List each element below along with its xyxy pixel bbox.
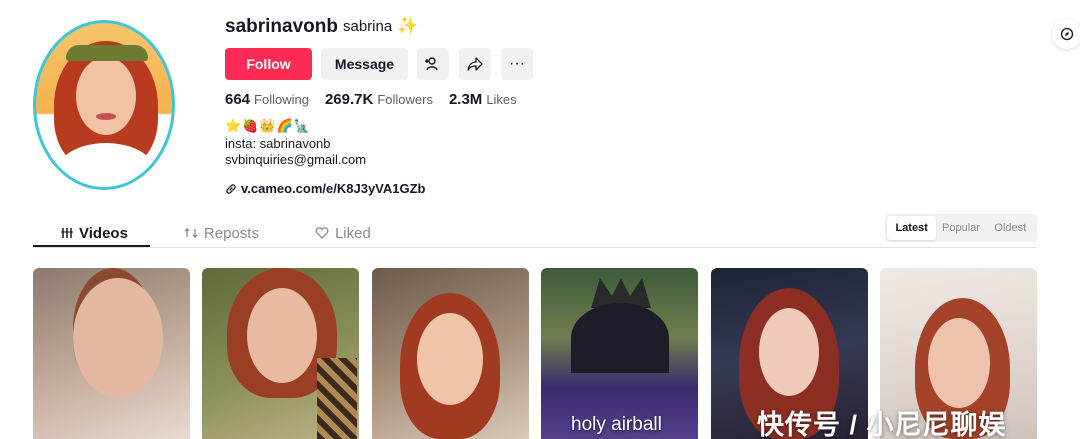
tab-liked[interactable]: Liked	[287, 218, 399, 248]
sparkle-icon: ✨	[397, 16, 419, 35]
thumb-face	[928, 318, 990, 408]
profile-bio: ⭐🍓👑🌈🗽 insta: sabrinavonb svbinquiries@gm…	[225, 118, 366, 168]
share-button[interactable]	[459, 48, 491, 80]
compass-icon[interactable]	[1052, 19, 1080, 49]
heart-icon	[315, 227, 329, 239]
thumb-leopard-top	[317, 358, 357, 439]
following-label: Following	[254, 92, 309, 107]
link-icon	[226, 183, 236, 194]
profile-avatar[interactable]	[33, 20, 175, 190]
bio-emoji-line: ⭐🍓👑🌈🗽	[225, 118, 311, 133]
bio-line-instagram: insta: sabrinavonb	[225, 136, 331, 151]
add-user-icon	[425, 57, 438, 71]
avatar-headband	[66, 45, 148, 61]
bio-link-text: v.cameo.com/e/K8J3yVA1GZb	[241, 181, 426, 196]
repost-icon	[184, 227, 198, 239]
follow-button[interactable]: Follow	[225, 48, 312, 80]
likes-count: 2.3M	[448, 91, 483, 108]
video-thumbnail[interactable]	[372, 268, 529, 439]
likes-stat: 2.3M Likes	[449, 91, 517, 108]
thumb-face	[73, 278, 163, 398]
profile-tabs: Videos Reposts Liked	[33, 218, 399, 248]
following-count: 664	[225, 91, 251, 108]
sort-popular[interactable]: Popular	[936, 216, 985, 240]
video-thumbnail[interactable]: holy airball	[541, 268, 698, 439]
video-thumbnail[interactable]	[202, 268, 359, 439]
video-thumbnail[interactable]	[33, 268, 190, 439]
share-icon	[467, 57, 483, 71]
tab-liked-label: Liked	[334, 224, 371, 242]
thumb-face	[247, 288, 317, 383]
bio-link[interactable]: v.cameo.com/e/K8J3yVA1GZb	[225, 181, 426, 196]
tab-reposts[interactable]: Reposts	[156, 218, 287, 248]
grid-icon	[61, 228, 73, 238]
sort-latest[interactable]: Latest	[887, 216, 937, 240]
more-icon: ···	[509, 55, 525, 72]
thumb-cape	[571, 303, 669, 373]
thumb-face	[417, 313, 483, 405]
tabs-divider	[33, 247, 1037, 248]
followers-count: 269.7K	[324, 91, 374, 108]
avatar-face	[76, 57, 136, 135]
sort-control: Latest Popular Oldest	[885, 214, 1037, 242]
more-button[interactable]: ···	[501, 48, 533, 80]
watermark-text: 快传号 / 小尼尼聊娱	[757, 410, 1007, 439]
profile-stats: 664 Following 269.7K Followers 2.3M Likes	[225, 91, 517, 108]
profile-nickname: sabrina	[343, 18, 393, 35]
tab-videos-label: Videos	[79, 224, 128, 242]
bio-line-email: svbinquiries@gmail.com	[225, 152, 367, 167]
thumb-face	[759, 308, 819, 396]
add-user-button[interactable]	[417, 48, 449, 80]
message-button[interactable]: Message	[321, 48, 408, 80]
following-stat[interactable]: 664 Following	[225, 91, 309, 108]
profile-username: sabrinavonb	[225, 16, 338, 37]
sort-oldest[interactable]: Oldest	[986, 216, 1035, 240]
likes-label: Likes	[486, 92, 517, 107]
video-caption: holy airball	[571, 414, 662, 435]
followers-label: Followers	[377, 92, 433, 107]
tab-videos[interactable]: Videos	[33, 218, 156, 248]
tab-reposts-label: Reposts	[203, 224, 259, 242]
avatar-lips	[96, 113, 116, 120]
followers-stat[interactable]: 269.7K Followers	[325, 91, 433, 108]
